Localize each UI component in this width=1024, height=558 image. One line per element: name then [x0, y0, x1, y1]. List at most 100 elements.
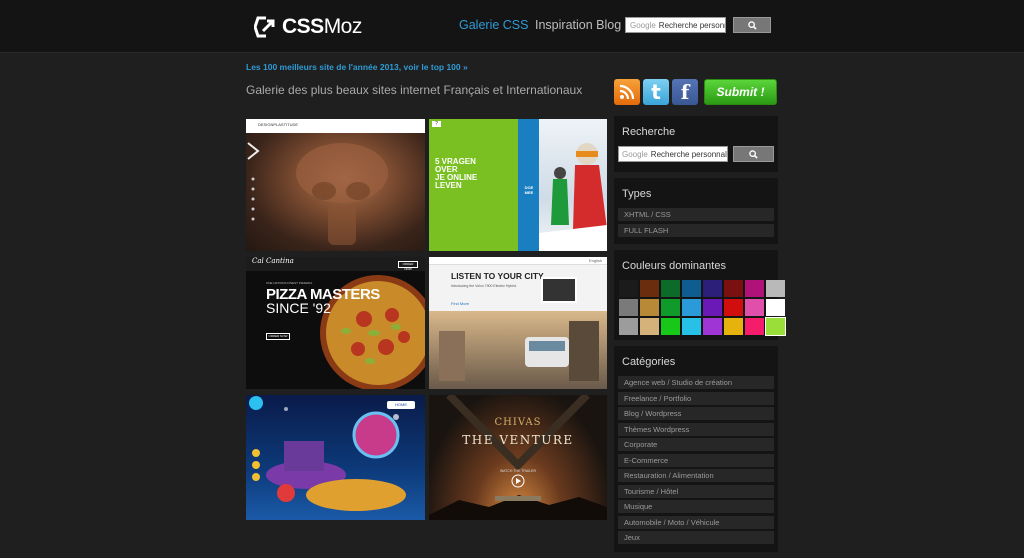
- color-swatch[interactable]: [724, 280, 743, 297]
- type-item-full-flash[interactable]: FULL FLASH: [618, 223, 774, 237]
- top100-promo-link[interactable]: Les 100 meilleurs site de l'année 2013, …: [246, 62, 468, 72]
- sidebar-types-box: Types XHTML / CSS FULL FLASH: [614, 178, 778, 244]
- logo-mark-icon: [254, 16, 275, 38]
- color-swatch[interactable]: [661, 280, 680, 297]
- thumb6-brand: CHIVAS: [494, 417, 542, 428]
- thumb6-heading: THE VENTURE: [462, 433, 574, 447]
- gallery-thumb-2[interactable]: 5 VRAGEN OVER JE ONLINE LEVEN DOE MEE ?: [429, 119, 607, 251]
- category-item[interactable]: Tourisme / Hôtel: [618, 484, 774, 498]
- sidebar-search-box: Recherche Google Recherche personnalisée: [614, 116, 778, 172]
- thumb5-island-illustration: [249, 396, 406, 511]
- color-swatch[interactable]: [724, 299, 743, 316]
- color-swatch[interactable]: [661, 318, 680, 335]
- category-item[interactable]: Agence web / Studio de création: [618, 376, 774, 389]
- thumb2-heading: 5 VRAGEN OVER JE ONLINE LEVEN: [435, 157, 478, 190]
- color-swatch-grid: [618, 280, 786, 336]
- header-search-input[interactable]: Google Recherche personnalisée: [625, 17, 726, 33]
- sidebar: Recherche Google Recherche personnalisée…: [614, 116, 786, 558]
- sidebar-colors-box: Couleurs dominantes: [614, 250, 786, 340]
- sidebar-categories-title: Catégories: [622, 356, 676, 368]
- color-swatch[interactable]: [766, 280, 785, 297]
- site-logo[interactable]: CSS Moz: [254, 14, 362, 40]
- thumb3-pizza-image: [320, 275, 425, 389]
- search-icon: [749, 149, 758, 159]
- category-item[interactable]: E-Commerce: [618, 453, 774, 467]
- color-swatch[interactable]: [703, 280, 722, 297]
- color-swatch[interactable]: [682, 299, 701, 316]
- thumb5-badge: HOME: [387, 401, 415, 409]
- thumb4-video: [541, 277, 577, 303]
- category-item[interactable]: Blog / Wordpress: [618, 407, 774, 420]
- header-search-button[interactable]: [733, 17, 771, 33]
- gallery-thumb-4[interactable]: English LISTEN TO YOUR CITY Introducing …: [429, 257, 607, 389]
- color-swatch[interactable]: [640, 299, 659, 316]
- rss-icon: [619, 84, 635, 100]
- color-swatch[interactable]: [766, 299, 785, 316]
- color-swatch[interactable]: [619, 280, 638, 297]
- nav-inspiration-blog[interactable]: Inspiration Blog: [535, 18, 621, 32]
- google-brand: Google: [622, 149, 648, 159]
- thumb1-torso-image: [247, 142, 388, 245]
- gallery-thumb-3[interactable]: Cal Cantina ORDER NOW ONE NATIONS FINEST…: [246, 257, 425, 389]
- color-swatch[interactable]: [682, 280, 701, 297]
- color-swatch[interactable]: [640, 318, 659, 335]
- thumb6-sunset-image: [429, 395, 607, 520]
- color-swatch[interactable]: [745, 318, 764, 335]
- facebook-button[interactable]: f: [672, 79, 698, 105]
- color-swatch[interactable]: [724, 318, 743, 335]
- sidebar-search-button[interactable]: [733, 146, 774, 162]
- thumb2-corner-badge: ?: [432, 121, 441, 127]
- sidebar-search-input[interactable]: Google Recherche personnalisée: [618, 146, 729, 162]
- category-item[interactable]: Corporate: [618, 438, 774, 451]
- category-item[interactable]: Automobile / Moto / Véhicule: [618, 515, 774, 529]
- category-item[interactable]: Freelance / Portfolio: [618, 391, 774, 405]
- gallery-thumb-1[interactable]: DESIGNPLASTITUDE: [246, 119, 425, 251]
- search-icon: [747, 20, 757, 30]
- color-swatch[interactable]: [661, 299, 680, 316]
- thumb4-link: Find More: [451, 301, 470, 306]
- color-swatch[interactable]: [619, 318, 638, 335]
- thumb4-city-bus-photo: [429, 311, 607, 389]
- logo-text-light: Moz: [323, 15, 363, 38]
- site-tagline: Galerie des plus beaux sites internet Fr…: [246, 83, 583, 97]
- color-swatch[interactable]: [765, 317, 786, 336]
- twitter-button[interactable]: t: [643, 79, 669, 105]
- google-brand: Google: [630, 20, 656, 30]
- category-item[interactable]: Restauration / Alimentation: [618, 469, 774, 482]
- sidebar-search-row: Google Recherche personnalisée: [618, 146, 774, 167]
- gallery-thumb-6[interactable]: CHIVAS THE VENTURE WATCH THE TRAILER: [429, 395, 607, 520]
- thumb3-sub: SINCE '92: [266, 300, 331, 316]
- color-swatch[interactable]: [703, 299, 722, 316]
- facebook-icon: f: [680, 80, 690, 104]
- color-swatch[interactable]: [745, 280, 764, 297]
- gallery-thumb-5[interactable]: HOME: [246, 395, 425, 520]
- thumb1-site-name: DESIGNPLASTITUDE: [258, 122, 299, 127]
- type-item-xhtml-css[interactable]: XHTML / CSS: [618, 208, 774, 221]
- top-bar: CSS Moz Galerie CSS Inspiration Blog Goog…: [0, 0, 1024, 53]
- thumb3-kicker: ONE NATIONS FINEST PIZZERIA: [266, 281, 313, 285]
- thumb4-nav-bar: [429, 257, 607, 265]
- twitter-icon: t: [651, 80, 661, 104]
- sidebar-colors-title: Couleurs dominantes: [622, 260, 726, 272]
- sidebar-search-placeholder: Recherche personnalisée: [650, 149, 727, 159]
- thumb6-sub: WATCH THE TRAILER: [499, 469, 537, 473]
- category-item[interactable]: Jeux: [618, 531, 774, 544]
- color-swatch[interactable]: [682, 318, 701, 335]
- thumb4-nav-lang: English: [589, 258, 603, 263]
- submit-site-button[interactable]: Submit !: [704, 79, 777, 105]
- thumb2-side-text: DOE MEE: [524, 185, 534, 195]
- color-swatch[interactable]: [619, 299, 638, 316]
- thumb6-play-bar: [495, 496, 541, 501]
- thumb3-cta-button: ORDER NOW: [266, 333, 290, 340]
- logo-text: CSS: [282, 15, 324, 38]
- color-swatch[interactable]: [745, 299, 764, 316]
- header-search-placeholder: Recherche personnalisée: [658, 20, 725, 30]
- color-swatch[interactable]: [640, 280, 659, 297]
- category-item[interactable]: Thèmes Wordpress: [618, 422, 774, 436]
- category-item[interactable]: Musique: [618, 500, 774, 513]
- nav-galerie-css[interactable]: Galerie CSS: [459, 18, 528, 32]
- sidebar-search-title: Recherche: [622, 126, 676, 138]
- color-swatch[interactable]: [703, 318, 722, 335]
- rss-button[interactable]: [614, 79, 640, 105]
- thumb4-sub: Introducing the Volvo 7900 Electric Hybr…: [451, 284, 517, 288]
